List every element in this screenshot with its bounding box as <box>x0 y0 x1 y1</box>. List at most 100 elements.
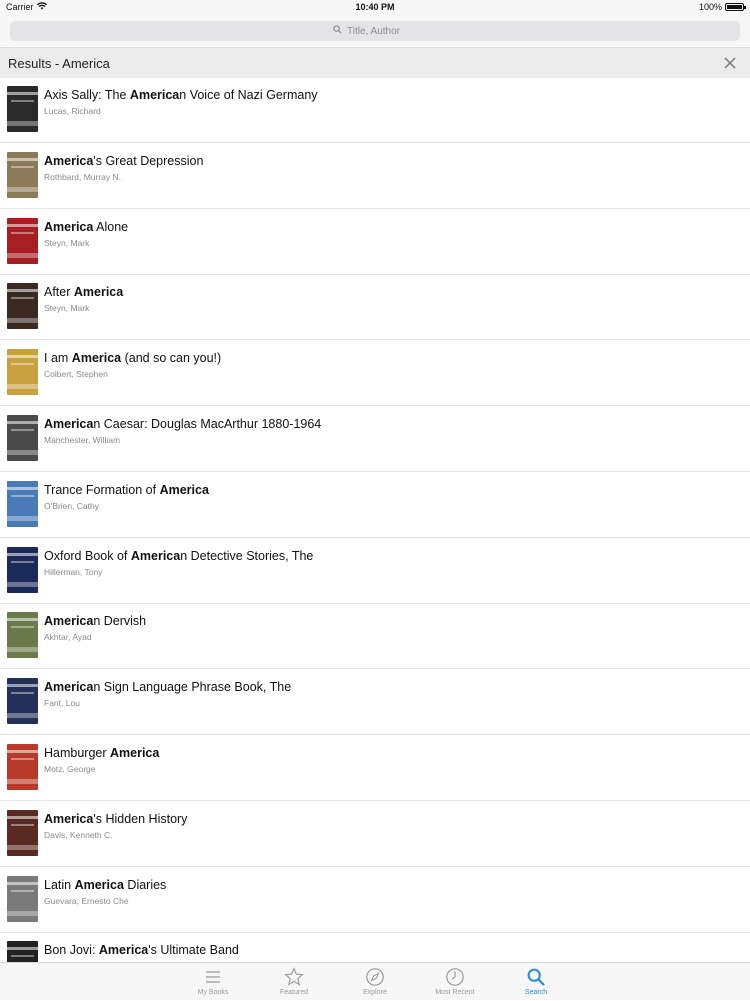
result-row[interactable]: American Caesar: Douglas MacArthur 1880-… <box>0 407 750 472</box>
result-row[interactable]: America's Hidden History Davis, Kenneth C… <box>0 802 750 867</box>
status-bar: Carrier 10:40 PM 100% <box>0 0 750 15</box>
book-cover-image <box>7 547 38 593</box>
book-title: America's Great Depression <box>44 154 203 168</box>
title-text: 's Great Depression <box>93 154 204 168</box>
book-author: Davis, Kenneth C. <box>44 830 113 840</box>
book-author: Steyn, Mark <box>44 303 90 313</box>
title-text: n Caesar: Douglas MacArthur 1880-1964 <box>93 417 322 431</box>
book-author: Hillerman, Tony <box>44 567 103 577</box>
book-author: Rothbard, Murray N. <box>44 172 121 182</box>
title-text: (and so can you!) <box>121 351 222 365</box>
title-match-highlight: America <box>44 812 94 826</box>
title-match-highlight: America <box>44 614 94 628</box>
book-title: American Sign Language Phrase Book, The <box>44 680 291 694</box>
magnifier-icon <box>333 25 342 37</box>
title-text: Oxford Book of <box>44 549 131 563</box>
results-title: Results - America <box>8 55 110 71</box>
book-title: Bon Jovi: America's Ultimate Band <box>44 943 239 957</box>
result-row[interactable]: I am America (and so can you!) Colbert, S… <box>0 341 750 406</box>
title-text: 's Hidden History <box>93 812 188 826</box>
book-author: Lucas, Richard <box>44 106 101 116</box>
title-match-highlight: America <box>74 878 124 892</box>
tab-featured[interactable]: Featured <box>264 963 324 1001</box>
results-list: Axis Sally: The American Voice of Nazi G… <box>0 78 750 962</box>
result-row[interactable]: After America Steyn, Mark <box>0 275 750 340</box>
book-cover-image <box>7 218 38 264</box>
title-match-highlight: America <box>71 351 122 365</box>
book-author: Manchester, William <box>44 435 121 445</box>
title-text: n Voice of Nazi Germany <box>179 88 318 102</box>
title-text: Bon Jovi: <box>44 943 99 957</box>
close-icon[interactable] <box>722 55 738 71</box>
title-text: Latin <box>44 878 75 892</box>
book-title: Hamburger America <box>44 746 159 760</box>
title-text: After <box>44 285 74 299</box>
list-icon <box>203 967 223 987</box>
book-author: Steyn, Mark <box>44 238 90 248</box>
result-row[interactable]: Trance Formation of America O'Brien, Cath… <box>0 473 750 538</box>
title-text: n Dervish <box>93 614 147 628</box>
book-author: Guevara, Ernesto Che <box>44 896 129 906</box>
compass-icon <box>365 967 385 987</box>
title-match-highlight: America <box>130 549 181 563</box>
title-match-highlight: America <box>110 746 160 760</box>
result-row[interactable]: American Sign Language Phrase Book, The F… <box>0 670 750 735</box>
title-match-highlight: America <box>73 285 124 299</box>
result-row[interactable]: American Dervish Akhtar, Ayad <box>0 604 750 669</box>
book-title: American Caesar: Douglas MacArthur 1880-… <box>44 417 321 431</box>
title-text: n Sign Language Phrase Book, The <box>93 680 292 694</box>
book-cover-image <box>7 152 38 198</box>
book-author: O'Brien, Cathy <box>44 501 100 511</box>
title-match-highlight: America <box>159 483 209 497</box>
search-field[interactable] <box>10 21 740 41</box>
book-title: American Dervish <box>44 614 146 628</box>
tab-most-recent[interactable]: Most Recent <box>425 963 485 1001</box>
result-row[interactable]: America's Great Depression Rothbard, Murr… <box>0 144 750 209</box>
tab-bar: My Books Featured Explore Most Recent Search <box>0 962 750 1000</box>
book-cover-image <box>7 481 38 527</box>
book-title: Latin America Diaries <box>44 878 166 892</box>
title-text: Trance Formation of <box>44 483 160 497</box>
search-icon <box>526 967 546 987</box>
search-input[interactable] <box>347 25 417 37</box>
title-match-highlight: America <box>44 220 94 234</box>
book-cover-image <box>7 415 38 461</box>
search-bar-container <box>0 15 750 46</box>
title-text: Axis Sally: The <box>44 88 130 102</box>
book-cover-image <box>7 349 38 395</box>
book-author: Fant, Lou <box>44 698 80 708</box>
book-cover-image <box>7 876 38 922</box>
tab-label: My Books <box>197 989 229 996</box>
title-text: n Detective Stories, The <box>180 549 314 563</box>
result-row[interactable]: America Alone Steyn, Mark <box>0 210 750 275</box>
star-icon <box>284 967 304 987</box>
title-match-highlight: America <box>44 680 94 694</box>
book-cover-image <box>7 744 38 790</box>
book-title: Oxford Book of American Detective Storie… <box>44 549 313 563</box>
title-match-highlight: America <box>98 943 149 957</box>
tab-my-books[interactable]: My Books <box>183 963 243 1001</box>
clock-time: 10:40 PM <box>355 2 395 12</box>
book-title: America Alone <box>44 220 128 234</box>
title-match-highlight: America <box>129 88 180 102</box>
book-author: Colbert, Stephen <box>44 369 108 379</box>
tab-search[interactable]: Search <box>506 963 566 1001</box>
book-title: America's Hidden History <box>44 812 187 826</box>
result-row[interactable]: Axis Sally: The American Voice of Nazi G… <box>0 78 750 143</box>
book-title: I am America (and so can you!) <box>44 351 221 365</box>
battery-icon <box>725 3 746 11</box>
result-row[interactable]: Bon Jovi: America's Ultimate Band <box>0 933 750 962</box>
title-match-highlight: America <box>44 417 94 431</box>
tab-label: Featured <box>279 989 309 996</box>
result-row[interactable]: Latin America Diaries Guevara, Ernesto Ch… <box>0 868 750 933</box>
title-text: Hamburger <box>44 746 110 760</box>
book-author: Motz, George <box>44 764 96 774</box>
title-text: Alone <box>93 220 129 234</box>
result-row[interactable]: Hamburger America Motz, George <box>0 736 750 801</box>
battery-percent: 100% <box>698 2 722 12</box>
result-row[interactable]: Oxford Book of American Detective Storie… <box>0 539 750 604</box>
book-author: Akhtar, Ayad <box>44 632 92 642</box>
title-match-highlight: America <box>44 154 94 168</box>
battery-info: 100% <box>698 2 746 12</box>
tab-explore[interactable]: Explore <box>345 963 405 1001</box>
